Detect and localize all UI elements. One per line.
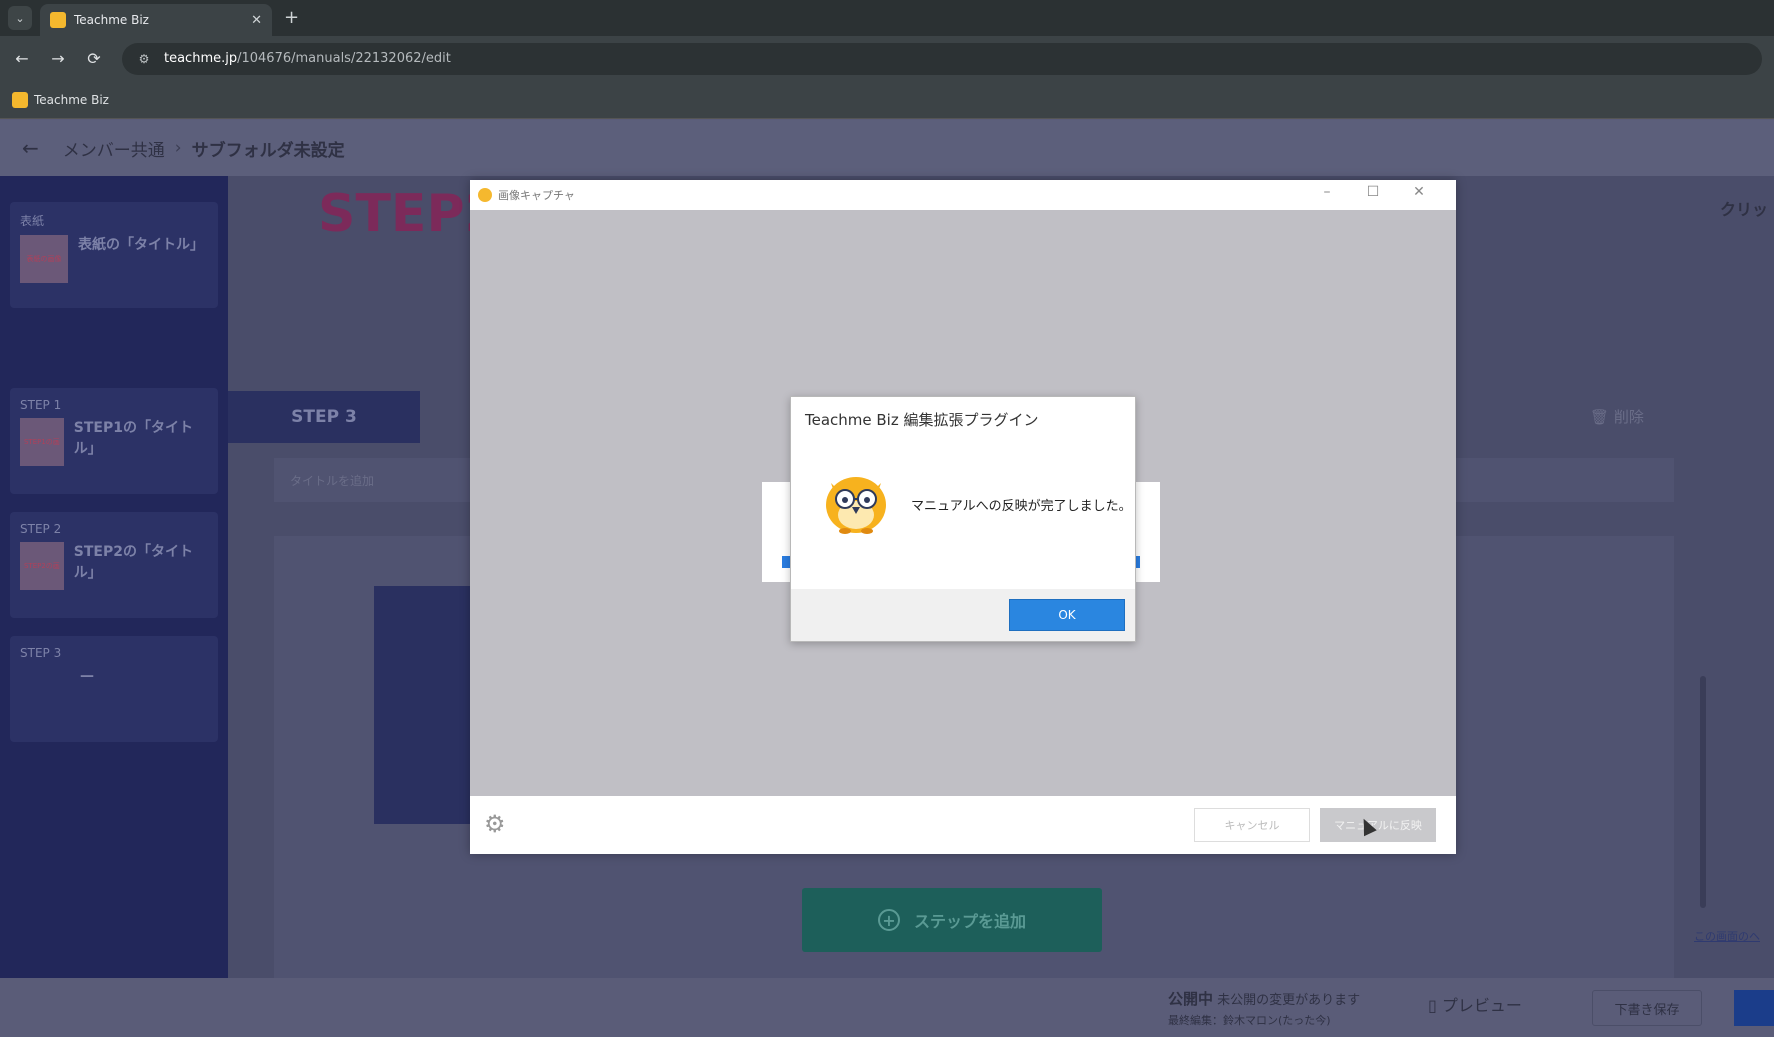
- add-step-label: ステップを追加: [913, 912, 1026, 931]
- scrollbar[interactable]: [1700, 676, 1706, 908]
- help-link[interactable]: この画面のヘ: [1694, 928, 1760, 944]
- trash-icon: 🗑: [1590, 408, 1614, 426]
- dialog-footer: OK: [791, 589, 1135, 641]
- chevron-down-icon: ⌄: [15, 11, 25, 25]
- add-step-button[interactable]: + ステップを追加: [802, 888, 1102, 952]
- breadcrumb-current: サブフォルダ未設定: [191, 140, 345, 161]
- breadcrumb-parent[interactable]: メンバー共通: [63, 136, 165, 161]
- document-icon: ▯: [1428, 996, 1442, 1015]
- favicon-icon: [50, 12, 66, 28]
- sidebar-thumbnail: STEP2の画: [20, 542, 64, 590]
- preview-label: プレビュー: [1441, 996, 1522, 1015]
- step-sidebar: 表紙 表紙の画像 表紙の「タイトル」 STEP 1 STEP1の画 STEP1の…: [0, 176, 228, 978]
- preview-button[interactable]: ▯ プレビュー: [1428, 992, 1522, 1016]
- app-icon: [478, 188, 492, 202]
- window-controls: – ☐ ✕: [1304, 184, 1442, 200]
- sidebar-item-label: STEP 2: [20, 522, 62, 536]
- dialog-message: マニュアルへの反映が完了しました。: [911, 499, 1132, 514]
- close-tab-icon[interactable]: ✕: [251, 13, 262, 28]
- sidebar-item-step1[interactable]: STEP 1 STEP1の画 STEP1の「タイトル」: [10, 388, 218, 494]
- tab-title: Teachme Biz: [74, 13, 149, 27]
- back-arrow-icon[interactable]: ←: [22, 136, 39, 160]
- sidebar-item-title: 表紙の「タイトル」: [78, 237, 204, 253]
- tab-search-button[interactable]: ⌄: [8, 6, 32, 30]
- bottom-bar: 公開中 未公開の変更があります 最終編集：鈴木マロン(たった今) ▯ プレビュー…: [228, 978, 1774, 1037]
- delete-step-button[interactable]: 🗑 削除: [1590, 406, 1644, 427]
- progress-indicator: [782, 556, 790, 568]
- url-path: /104676/manuals/22132062/edit: [237, 51, 451, 66]
- bookmark-item[interactable]: Teachme Biz: [34, 93, 109, 107]
- ok-button[interactable]: OK: [1009, 599, 1125, 631]
- publish-status: 公開中 未公開の変更があります: [1168, 988, 1360, 1009]
- apply-to-manual-button[interactable]: マニュアルに反映: [1320, 808, 1436, 842]
- capture-window-footer: ⚙ キャンセル マニュアルに反映: [470, 796, 1456, 854]
- last-edit-info: 最終編集：鈴木マロン(たった今): [1168, 1014, 1331, 1027]
- browser-tabbar: ⌄ Teachme Biz ✕ +: [0, 0, 1774, 36]
- url-host: teachme.jp: [164, 51, 238, 66]
- dialog-title: Teachme Biz 編集拡張プラグイン: [805, 411, 1039, 429]
- sidebar-item-label: STEP 3: [20, 646, 62, 660]
- breadcrumb-separator: ›: [174, 138, 182, 158]
- dialog-body: マニュアルへの反映が完了しました。: [791, 443, 1135, 567]
- app-header: ← メンバー共通 › サブフォルダ未設定: [0, 120, 1774, 176]
- image-capture-window: 画像キャプチャ – ☐ ✕ Teachme Biz 編集拡張プラグイン マニュア…: [470, 180, 1456, 854]
- owl-mascot-icon: [826, 477, 886, 534]
- save-draft-button[interactable]: 下書き保存: [1592, 990, 1702, 1026]
- close-icon[interactable]: ✕: [1396, 184, 1442, 200]
- completion-dialog: Teachme Biz 編集拡張プラグイン マニュアルへの反映が完了しました。 …: [790, 396, 1136, 642]
- sidebar-item-title: STEP1の「タイトル」: [73, 420, 193, 457]
- capture-window-titlebar: 画像キャプチャ – ☐ ✕: [470, 180, 1456, 210]
- site-info-icon[interactable]: ⚙: [134, 49, 154, 69]
- forward-icon[interactable]: →: [44, 45, 72, 73]
- sidebar-thumbnail: 表紙の画像: [20, 235, 68, 283]
- sidebar-item-cover[interactable]: 表紙 表紙の画像 表紙の「タイトル」: [10, 202, 218, 308]
- status-badge: 公開中: [1168, 990, 1214, 1008]
- sidebar-item-step3[interactable]: STEP 3 —: [10, 636, 218, 742]
- publish-button[interactable]: [1734, 990, 1774, 1026]
- url-input[interactable]: ⚙ teachme.jp/104676/manuals/22132062/edi…: [122, 42, 1762, 75]
- maximize-icon[interactable]: ☐: [1350, 184, 1396, 200]
- right-panel-label: クリッ: [1720, 200, 1769, 219]
- minimize-icon[interactable]: –: [1304, 184, 1350, 200]
- cancel-button[interactable]: キャンセル: [1194, 808, 1310, 842]
- sidebar-item-label: STEP 1: [20, 398, 62, 412]
- status-note: 未公開の変更があります: [1217, 993, 1361, 1008]
- sidebar-item-label: 表紙: [20, 214, 45, 228]
- gear-icon[interactable]: ⚙: [484, 810, 506, 838]
- plus-circle-icon: +: [877, 909, 900, 931]
- capture-window-title: 画像キャプチャ: [498, 189, 575, 202]
- bookmark-bar: Teachme Biz: [0, 81, 1774, 119]
- reload-icon[interactable]: ⟳: [80, 45, 108, 73]
- browser-tab[interactable]: Teachme Biz ✕: [40, 4, 272, 36]
- sidebar-item-title: —: [80, 668, 94, 684]
- bookmark-favicon-icon: [12, 91, 28, 108]
- back-icon[interactable]: ←: [8, 45, 36, 73]
- sidebar-thumbnail: STEP1の画: [20, 418, 64, 466]
- sidebar-item-title: STEP2の「タイトル」: [73, 544, 193, 581]
- delete-label: 削除: [1613, 408, 1644, 426]
- tab-step3[interactable]: STEP 3: [228, 391, 420, 443]
- sidebar-item-step2[interactable]: STEP 2 STEP2の画 STEP2の「タイトル」: [10, 512, 218, 618]
- address-bar: ← → ⟳ ⚙ teachme.jp/104676/manuals/221320…: [0, 36, 1774, 81]
- new-tab-button[interactable]: +: [284, 7, 299, 28]
